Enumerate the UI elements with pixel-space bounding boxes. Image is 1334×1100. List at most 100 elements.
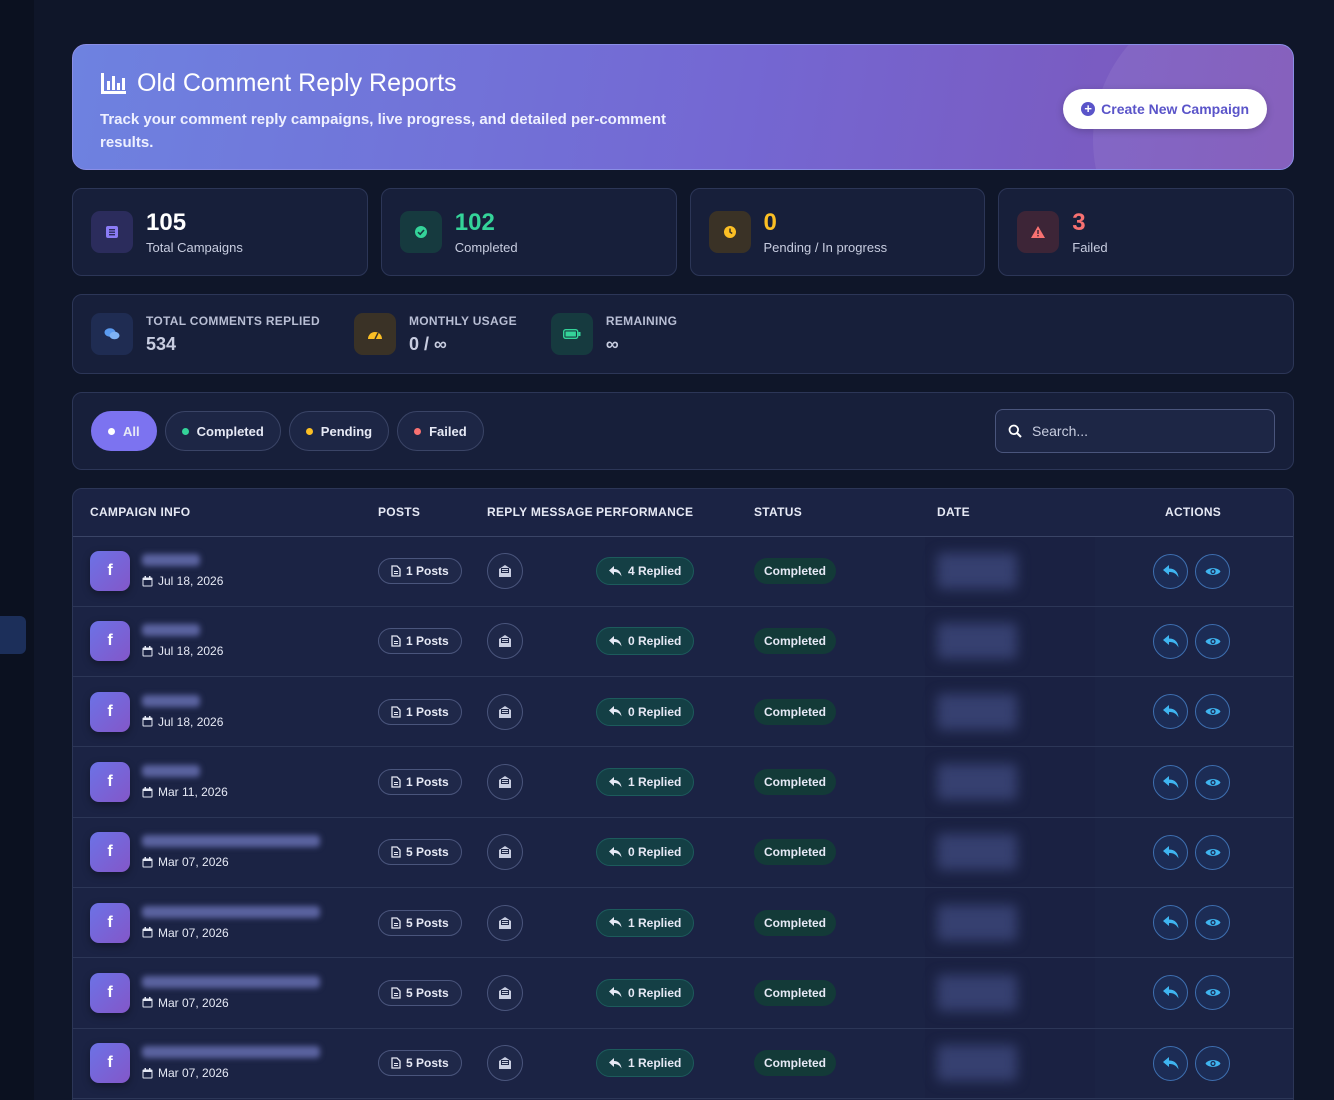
page-subtitle: Track your comment reply campaigns, live… bbox=[100, 111, 667, 151]
reply-action-button[interactable] bbox=[1153, 553, 1188, 589]
campaign-date: Mar 07, 2026 bbox=[158, 995, 229, 1010]
stat-label: Completed bbox=[454, 240, 518, 255]
reply-icon bbox=[1162, 916, 1178, 929]
replied-badge: 4 Replied bbox=[596, 557, 695, 586]
reply-message-button[interactable] bbox=[487, 904, 523, 941]
table-row: f Jul 18, 2026 1 Posts bbox=[73, 536, 1293, 607]
date-redacted bbox=[937, 974, 1017, 1011]
reply-message-button[interactable] bbox=[487, 623, 523, 660]
calendar-icon bbox=[142, 927, 153, 938]
replied-badge: 0 Replied bbox=[596, 838, 695, 867]
calendar-icon bbox=[142, 716, 153, 727]
column-header-reply-message[interactable]: REPLY MESSAGE bbox=[487, 489, 596, 537]
date-redacted bbox=[937, 693, 1017, 730]
reply-icon bbox=[1162, 634, 1178, 648]
reply-action-button[interactable] bbox=[1153, 623, 1188, 659]
file-icon bbox=[391, 565, 401, 577]
campaigns-table: CAMPAIGN INFO POSTS REPLY MESSAGE PERFOR… bbox=[72, 488, 1294, 1100]
facebook-icon: f bbox=[90, 832, 130, 873]
reply-message-button[interactable] bbox=[487, 553, 523, 590]
filter-failed-pill[interactable]: Failed bbox=[397, 411, 484, 451]
reply-action-button[interactable] bbox=[1153, 834, 1188, 870]
view-details-button[interactable] bbox=[1195, 834, 1230, 870]
stat-label: Total Campaigns bbox=[146, 240, 243, 255]
eye-icon bbox=[1205, 1059, 1220, 1067]
envelope-open-icon bbox=[499, 846, 511, 859]
envelope-open-icon bbox=[499, 705, 511, 718]
posts-badge[interactable]: 5 Posts bbox=[378, 1050, 462, 1077]
replied-badge: 1 Replied bbox=[596, 768, 695, 797]
search-input[interactable] bbox=[1032, 423, 1252, 439]
posts-badge[interactable]: 1 Posts bbox=[378, 769, 462, 796]
column-header-posts[interactable]: POSTS bbox=[378, 489, 487, 537]
eye-icon bbox=[1205, 708, 1220, 716]
sidebar bbox=[0, 0, 34, 1100]
table-row: f Mar 07, 2026 5 Posts bbox=[73, 817, 1293, 888]
date-redacted bbox=[937, 553, 1017, 590]
column-header-performance[interactable]: PERFORMANCE bbox=[596, 489, 754, 537]
reply-message-button[interactable] bbox=[487, 834, 523, 871]
stat-value: 105 bbox=[146, 209, 187, 236]
reply-action-button[interactable] bbox=[1153, 694, 1188, 730]
posts-badge[interactable]: 5 Posts bbox=[378, 839, 462, 866]
reply-action-button[interactable] bbox=[1153, 1045, 1188, 1081]
create-campaign-button[interactable]: + Create New Campaign bbox=[1063, 89, 1267, 129]
sidebar-active-item[interactable] bbox=[0, 616, 26, 654]
reply-message-button[interactable] bbox=[487, 764, 523, 801]
date-redacted bbox=[937, 904, 1017, 941]
posts-badge[interactable]: 1 Posts bbox=[378, 558, 462, 585]
stat-total-campaigns: 105 Total Campaigns bbox=[72, 188, 368, 276]
calendar-icon bbox=[142, 856, 153, 868]
search-icon bbox=[1008, 424, 1022, 438]
date-redacted bbox=[937, 834, 1017, 871]
column-header-actions[interactable]: ACTIONS bbox=[1095, 489, 1293, 537]
view-details-button[interactable] bbox=[1195, 1045, 1230, 1081]
column-header-status[interactable]: STATUS bbox=[754, 489, 925, 537]
filter-pending-pill[interactable]: Pending bbox=[288, 411, 390, 451]
table-row: f Mar 07, 2026 5 Posts bbox=[73, 887, 1293, 959]
reply-message-button[interactable] bbox=[487, 974, 523, 1011]
posts-badge[interactable]: 1 Posts bbox=[378, 698, 462, 725]
search-box[interactable] bbox=[995, 409, 1275, 453]
facebook-icon: f bbox=[90, 621, 130, 662]
column-header-date[interactable]: DATE bbox=[925, 489, 1095, 537]
campaign-name-redacted bbox=[142, 694, 200, 707]
reply-action-button[interactable] bbox=[1153, 975, 1188, 1011]
posts-badge[interactable]: 1 Posts bbox=[378, 628, 462, 655]
usage-monthly: MONTHLY USAGE 0 / ∞ bbox=[353, 313, 517, 355]
reply-icon bbox=[1162, 705, 1178, 718]
posts-badge[interactable]: 5 Posts bbox=[378, 979, 462, 1006]
facebook-icon: f bbox=[90, 1043, 130, 1084]
main-content: Old Comment Reply Reports Track your com… bbox=[72, 44, 1294, 1100]
eye-icon bbox=[1205, 778, 1220, 786]
view-details-button[interactable] bbox=[1195, 553, 1230, 589]
stat-label: Pending / In progress bbox=[763, 240, 888, 255]
campaign-name-redacted bbox=[142, 905, 320, 918]
filter-all-pill[interactable]: All bbox=[91, 411, 157, 451]
view-details-button[interactable] bbox=[1195, 905, 1230, 941]
table-row: f Mar 07, 2026 5 Posts bbox=[73, 957, 1293, 1029]
column-header-campaign-info[interactable]: CAMPAIGN INFO bbox=[73, 489, 378, 537]
view-details-button[interactable] bbox=[1195, 623, 1230, 659]
eye-icon bbox=[1205, 919, 1220, 926]
posts-badge[interactable]: 5 Posts bbox=[378, 909, 462, 936]
view-details-button[interactable] bbox=[1195, 694, 1230, 730]
eye-icon bbox=[1205, 567, 1220, 575]
campaign-date: Mar 07, 2026 bbox=[158, 855, 229, 870]
reply-message-button[interactable] bbox=[487, 693, 523, 730]
view-details-button[interactable] bbox=[1195, 975, 1230, 1011]
reply-icon bbox=[609, 706, 622, 717]
reply-message-button[interactable] bbox=[487, 1045, 523, 1082]
replied-badge: 0 Replied bbox=[596, 978, 695, 1007]
reply-action-button[interactable] bbox=[1153, 905, 1188, 941]
filter-completed-pill[interactable]: Completed bbox=[164, 411, 281, 451]
reply-icon bbox=[609, 1057, 622, 1069]
stats-row: 105 Total Campaigns 102 Completed 0 Pend… bbox=[72, 188, 1294, 276]
status-badge: Completed bbox=[754, 839, 837, 866]
reply-icon bbox=[609, 846, 622, 858]
stat-label: Failed bbox=[1072, 240, 1108, 255]
view-details-button[interactable] bbox=[1195, 764, 1230, 800]
reply-action-button[interactable] bbox=[1153, 764, 1188, 800]
file-icon bbox=[391, 776, 401, 788]
facebook-icon: f bbox=[90, 972, 130, 1013]
